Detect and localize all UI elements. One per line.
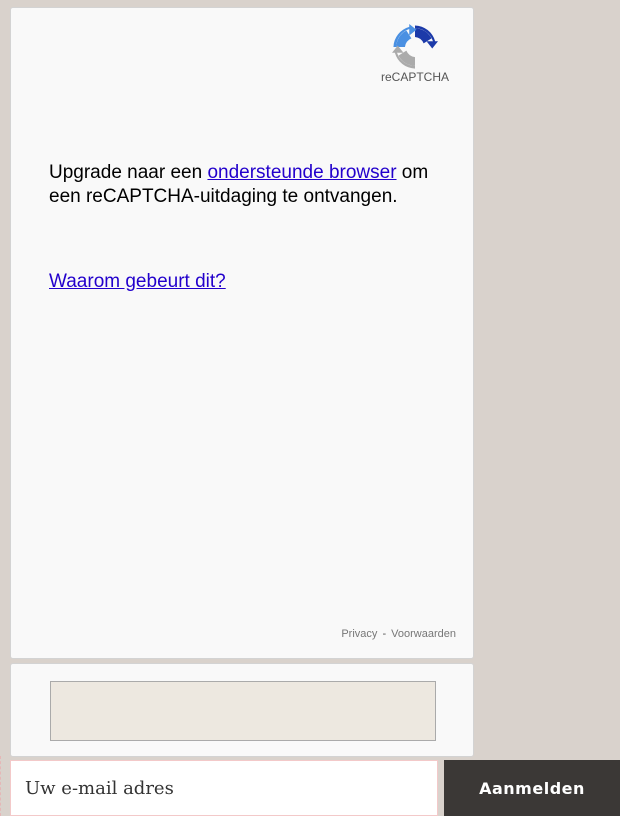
supported-browser-link[interactable]: ondersteunde browser (207, 162, 396, 183)
signup-submit-button[interactable]: Aanmelden (444, 760, 620, 816)
recaptcha-logo-label: reCAPTCHA (380, 70, 449, 84)
message-text-before: Upgrade naar een (49, 162, 208, 183)
email-input[interactable] (10, 760, 438, 816)
recaptcha-challenge-panel: reCAPTCHA Upgrade naar een ondersteunde … (10, 7, 474, 659)
recaptcha-response-textarea[interactable] (50, 681, 436, 741)
footer-separator: - (382, 628, 387, 640)
recaptcha-logo-icon (392, 24, 438, 69)
recaptcha-logo: reCAPTCHA (375, 24, 455, 84)
privacy-link[interactable]: Privacy (341, 628, 377, 640)
recaptcha-response-panel (10, 663, 474, 757)
why-is-this-happening-link[interactable]: Waarom gebeurt dit? (49, 270, 226, 294)
terms-link[interactable]: Voorwaarden (391, 628, 456, 640)
recaptcha-footer-links: Privacy - Voorwaarden (341, 628, 456, 640)
upgrade-browser-message: Upgrade naar een ondersteunde browser om… (49, 161, 439, 209)
